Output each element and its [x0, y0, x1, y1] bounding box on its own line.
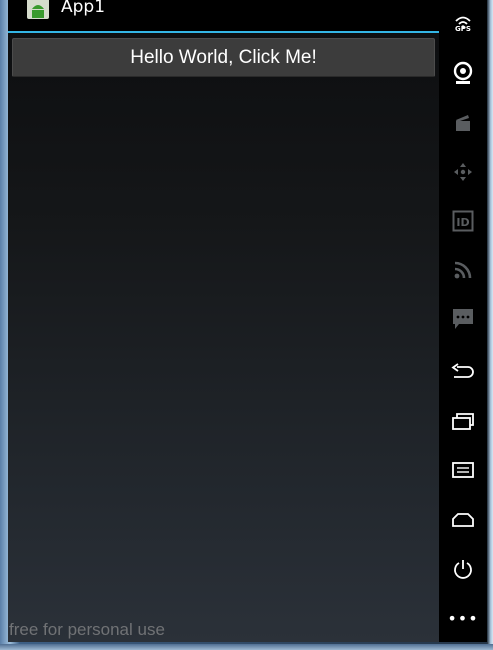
clapper-icon — [456, 115, 470, 131]
gps-label: GPS — [455, 25, 471, 33]
power-button[interactable] — [439, 552, 487, 586]
sms-button[interactable] — [439, 302, 487, 336]
back-button[interactable] — [439, 355, 487, 389]
app-title: App1 — [61, 0, 106, 17]
recent-apps-button[interactable] — [439, 404, 487, 438]
network-button[interactable] — [439, 253, 487, 287]
android-app-icon — [27, 0, 49, 19]
home-icon — [452, 513, 474, 527]
back-icon — [451, 363, 474, 378]
id-icon: ID — [452, 210, 474, 232]
recent-apps-icon — [452, 413, 474, 430]
menu-button[interactable] — [439, 453, 487, 487]
window-frame-bottom-edge — [0, 644, 493, 650]
webcam-icon — [453, 61, 473, 84]
sms-icon — [453, 309, 473, 329]
home-button[interactable] — [439, 503, 487, 537]
emulator-screen: App1 Hello World, Click Me! free for per… — [8, 0, 439, 642]
action-bar: App1 — [8, 0, 439, 33]
dpad-button[interactable] — [439, 155, 487, 189]
gps-button[interactable] — [439, 6, 487, 40]
video-button[interactable] — [439, 106, 487, 140]
more-button[interactable]: ••• — [439, 601, 487, 635]
power-icon — [454, 560, 472, 579]
watermark-text: free for personal use — [9, 620, 165, 639]
webcam-button[interactable] — [439, 56, 487, 90]
device-id-button[interactable]: ID — [439, 204, 487, 238]
id-label: ID — [456, 216, 469, 229]
emulator-side-toolbar: GPS ID ••• — [439, 0, 487, 642]
window-frame-right-edge — [487, 0, 493, 650]
hello-world-button[interactable]: Hello World, Click Me! — [12, 38, 435, 77]
more-icon: ••• — [447, 608, 479, 628]
menu-icon — [452, 462, 474, 478]
rss-icon — [454, 261, 472, 279]
dpad-icon — [454, 163, 472, 181]
